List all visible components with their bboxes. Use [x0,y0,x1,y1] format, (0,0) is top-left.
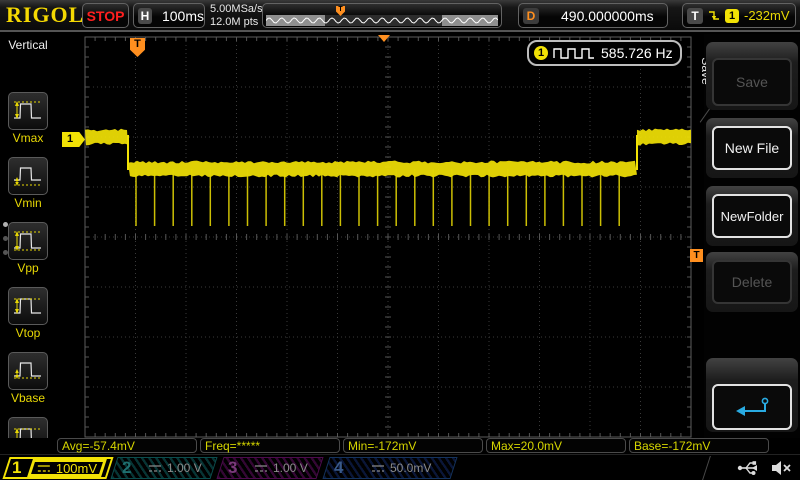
sample-rate: 5.00MSa/s [210,3,263,15]
trigger-source-badge: 1 [725,8,739,23]
channel2-tab[interactable]: 2 1.00 V [110,457,218,479]
trigger-position-icon[interactable] [378,35,390,42]
channel4-tab[interactable]: 4 50.0mV [322,457,458,479]
measure-sidebar: Vertical Vmax Vmin Vpp Vtop Vbase [0,34,56,470]
dc-coupling-icon [255,464,268,472]
sidebar-item-vtop[interactable]: Vtop [0,287,56,340]
statusbar-separator [702,456,711,480]
measurement-bar: Avg=-57.4mV Freq=***** Min=-172mV Max=20… [0,438,800,454]
square-wave-icon [553,48,594,59]
sidebar-item-vmax[interactable]: Vmax [0,92,56,145]
save-menu-panel: Save Save New File NewFolder Delete [699,34,800,438]
timebase-value: 100ms [161,7,204,24]
trigger-level-marker[interactable]: T [690,249,703,262]
measurement-avg: Avg=-57.4mV [57,438,197,453]
measurement-min: Min=-172mV [343,438,483,453]
oscilloscope-screen: RIGOL STOP H 100ms 5.00MSa/s 12.0M pts T… [0,0,800,480]
sidebar-item-vbase[interactable]: Vbase [0,352,56,405]
sidebar-item-vmin[interactable]: Vmin [0,157,56,210]
vbase-icon [14,362,41,379]
beeper-off-icon [772,461,791,475]
sidebar-title: Vertical [8,38,48,52]
trigger-box[interactable]: T 1 -232mV [682,3,796,28]
vpp-icon [14,231,41,251]
horizontal-label: H [138,7,152,24]
memory-wave [266,17,498,24]
back-button[interactable] [712,384,792,430]
acquisition-info: 5.00MSa/s 12.0M pts [210,3,263,29]
delay-box[interactable]: D 490.000000ms [518,3,668,28]
rigol-logo: RIGOL [6,2,85,27]
vtop-icon [14,298,41,314]
memory-depth: 12.0M pts [210,16,259,28]
return-arrow-icon [736,397,769,416]
delete-button[interactable]: Delete [712,260,792,304]
dc-coupling-icon [149,464,162,472]
measurement-max: Max=20.0mV [486,438,626,453]
frequency-counter: 1 585.726 Hz [527,40,682,66]
sidebar-item-vpp[interactable]: Vpp [0,222,56,275]
vmax-icon [14,101,41,119]
vmin-icon [14,167,41,186]
channel3-tab[interactable]: 3 1.00 V [216,457,324,479]
waveform-memory-thumbnail[interactable]: T [262,3,502,28]
memory-band: T [266,6,498,26]
graticule [84,36,692,438]
save-button[interactable]: Save [712,58,792,106]
dc-coupling-icon [371,464,384,472]
usb-icon [737,461,757,475]
top-status-bar: RIGOL STOP H 100ms 5.00MSa/s 12.0M pts T… [0,0,800,32]
new-folder-button[interactable]: NewFolder [712,194,792,238]
channel1-tab[interactable]: 1 100mV [2,457,114,479]
delay-value: 490.000000ms [561,7,654,24]
freq-value: 585.726 Hz [601,45,673,61]
new-file-button[interactable]: New File [712,126,792,170]
trigger-label: T [687,7,703,24]
dc-coupling-icon [37,464,50,472]
measurement-freq: Freq=***** [200,438,340,453]
channel-status-bar: 1 100mV 2 1.00 V 3 1.00 V 4 50.0mV [0,454,800,480]
measurement-base: Base=-172mV [629,438,769,453]
trigger-level-value: -232mV [744,8,790,23]
freq-channel-badge: 1 [534,46,548,60]
delay-label: D [523,7,539,24]
falling-edge-icon [709,10,719,20]
menu-page-dots [3,222,8,264]
run-stop-indicator[interactable]: STOP [82,3,129,28]
horizontal-timebase-box[interactable]: H 100ms [133,3,205,28]
status-icons [736,458,792,478]
